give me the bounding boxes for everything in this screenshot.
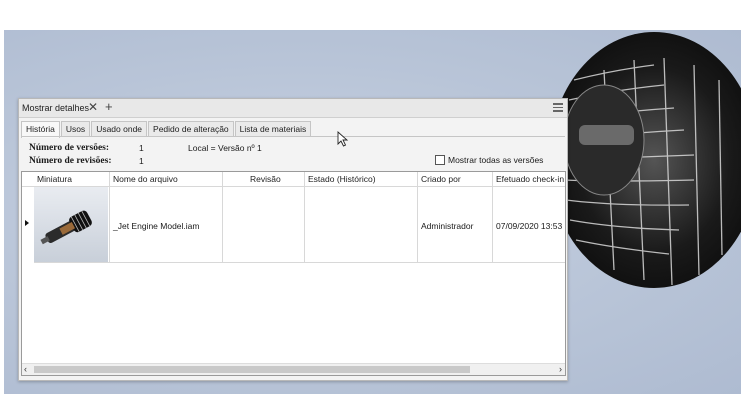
scroll-right-icon[interactable]: › [559, 364, 562, 374]
file-name: _Jet Engine Model.iam [113, 221, 200, 231]
mouse-cursor-icon [337, 131, 349, 147]
tab-lista-de-materiais[interactable]: Lista de materiais [234, 121, 312, 137]
revisions-label: Número de revisões: [29, 156, 112, 166]
tab-pedido-de-alteracao[interactable]: Pedido de alteração [148, 121, 234, 137]
panel-title[interactable]: Mostrar detalhes [22, 103, 89, 113]
thumbnail-cell [34, 187, 110, 263]
panel-titlebar: Mostrar detalhes ✕ + [19, 99, 567, 118]
history-table: Miniatura Nome do arquivo Revisão Estado… [21, 171, 566, 376]
checkbox-box[interactable] [435, 155, 445, 165]
scrollbar-thumb[interactable] [34, 366, 470, 373]
revision-cell [223, 187, 305, 263]
jet-engine-thumbnail [34, 187, 108, 262]
tab-usos[interactable]: Usos [60, 121, 91, 137]
local-version: Local = Versão nº 1 [188, 143, 262, 153]
show-all-versions-checkbox[interactable]: Mostrar todas as versões [435, 155, 543, 165]
details-panel: Mostrar detalhes ✕ + História Usos Usado… [18, 98, 568, 381]
col-header-miniatura[interactable]: Miniatura [34, 172, 110, 186]
horizontal-scrollbar[interactable]: ‹ › [22, 363, 565, 375]
hamburger-menu-icon[interactable] [553, 103, 563, 112]
tab-strip: História Usos Usado onde Pedido de alter… [21, 121, 312, 138]
col-header-efetuado-check-in[interactable]: Efetuado check-in [493, 172, 565, 186]
tab-usado-onde[interactable]: Usado onde [91, 121, 148, 137]
scroll-left-icon[interactable]: ‹ [24, 364, 27, 374]
close-icon[interactable]: ✕ [88, 100, 98, 114]
checked-in-date: 07/09/2020 13:53 [496, 221, 563, 231]
add-tab-icon[interactable]: + [105, 99, 113, 114]
row-selector-icon [25, 220, 29, 226]
state-cell [305, 187, 418, 263]
created-by: Administrador [421, 221, 474, 231]
versions-value: 1 [139, 143, 144, 153]
col-header-nome-do-arquivo[interactable]: Nome do arquivo [110, 172, 223, 186]
col-header-revisao[interactable]: Revisão [223, 172, 305, 186]
created-by-cell: Administrador [418, 187, 493, 263]
versions-label: Número de versões: [29, 143, 110, 153]
revisions-value: 1 [139, 156, 144, 166]
viewport-background: Mostrar detalhes ✕ + História Usos Usado… [4, 30, 741, 394]
col-header-estado[interactable]: Estado (Histórico) [305, 172, 418, 186]
file-name-cell[interactable]: _Jet Engine Model.iam [110, 187, 223, 263]
tab-divider [21, 136, 565, 137]
show-all-versions-label: Mostrar todas as versões [448, 155, 544, 165]
col-header-criado-por[interactable]: Criado por [418, 172, 493, 186]
checked-in-cell: 07/09/2020 13:53 [493, 187, 565, 263]
